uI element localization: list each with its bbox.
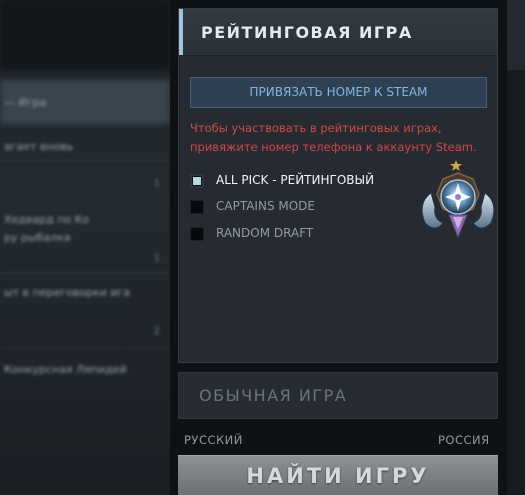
- find-match-label: НАЙТИ ИГРУ: [246, 464, 430, 488]
- background-divider: [0, 348, 170, 349]
- background-list-item: Конкурсная Ляпидей: [0, 355, 170, 385]
- server-region-label[interactable]: РОССИЯ: [438, 433, 490, 447]
- warning-line-2: привяжите номер телефона к аккаунту Stea…: [190, 140, 477, 154]
- background-list-item: агает вновь: [0, 132, 170, 162]
- background-list-item: 1: [0, 170, 170, 200]
- background-item-text: — Игра: [4, 96, 47, 109]
- background-list-item: — Игра: [0, 88, 170, 118]
- ranked-game-panel: РЕЙТИНГОВАЯ ИГРА ПРИВЯЗАТЬ НОМЕР К STEAM…: [178, 8, 498, 363]
- background-item-text: ру рыбалка: [4, 231, 71, 244]
- normal-game-bar[interactable]: ОБЫЧНАЯ ИГРА: [178, 372, 498, 419]
- background-top-shade: [0, 0, 170, 70]
- header-divider: [179, 55, 497, 56]
- mode-label: CAPTAINS MODE: [216, 199, 315, 213]
- mode-checkbox[interactable]: [190, 174, 204, 188]
- right-edge-strip: [507, 0, 525, 495]
- mode-label: ALL PICK - РЕЙТИНГОВЫЙ: [216, 173, 375, 187]
- background-item-text: ыт в переговорки ига: [4, 286, 130, 299]
- background-item-text: агает вновь: [4, 140, 74, 153]
- background-list-item: 1: [0, 245, 170, 275]
- background-list-panel: — Игра агает вновь 1 Хедвард по Ко ру ры…: [0, 0, 170, 495]
- background-item-num: 1: [153, 178, 160, 189]
- checkmark-icon: [193, 177, 201, 185]
- mode-label: RANDOM DRAFT: [216, 226, 314, 240]
- phone-warning: Чтобы участвовать в рейтинговых играх, п…: [190, 119, 490, 157]
- mode-checkbox[interactable]: [190, 227, 204, 241]
- ranked-game-title: РЕЙТИНГОВАЯ ИГРА: [201, 23, 413, 42]
- background-item-text: Конкурсная Ляпидей: [4, 363, 127, 376]
- rank-medal-icon: [421, 160, 495, 239]
- background-divider: [0, 272, 170, 273]
- background-divider: [0, 160, 170, 161]
- background-list-item: 2: [0, 318, 170, 348]
- ranked-game-header[interactable]: РЕЙТИНГОВАЯ ИГРА: [179, 9, 497, 55]
- background-list-item: ыт в переговорки ига: [0, 278, 170, 308]
- mode-checkbox[interactable]: [190, 200, 204, 214]
- background-item-num: 2: [153, 326, 160, 337]
- right-edge-shade: [507, 0, 525, 70]
- background-item-num: 1: [153, 253, 160, 264]
- link-phone-steam-button[interactable]: ПРИВЯЗАТЬ НОМЕР К STEAM: [190, 77, 487, 108]
- language-label[interactable]: РУССКИЙ: [184, 433, 243, 447]
- find-match-button[interactable]: НАЙТИ ИГРУ: [178, 455, 498, 495]
- warning-line-1: Чтобы участвовать в рейтинговых играх,: [190, 121, 442, 135]
- normal-game-label: ОБЫЧНАЯ ИГРА: [199, 386, 348, 405]
